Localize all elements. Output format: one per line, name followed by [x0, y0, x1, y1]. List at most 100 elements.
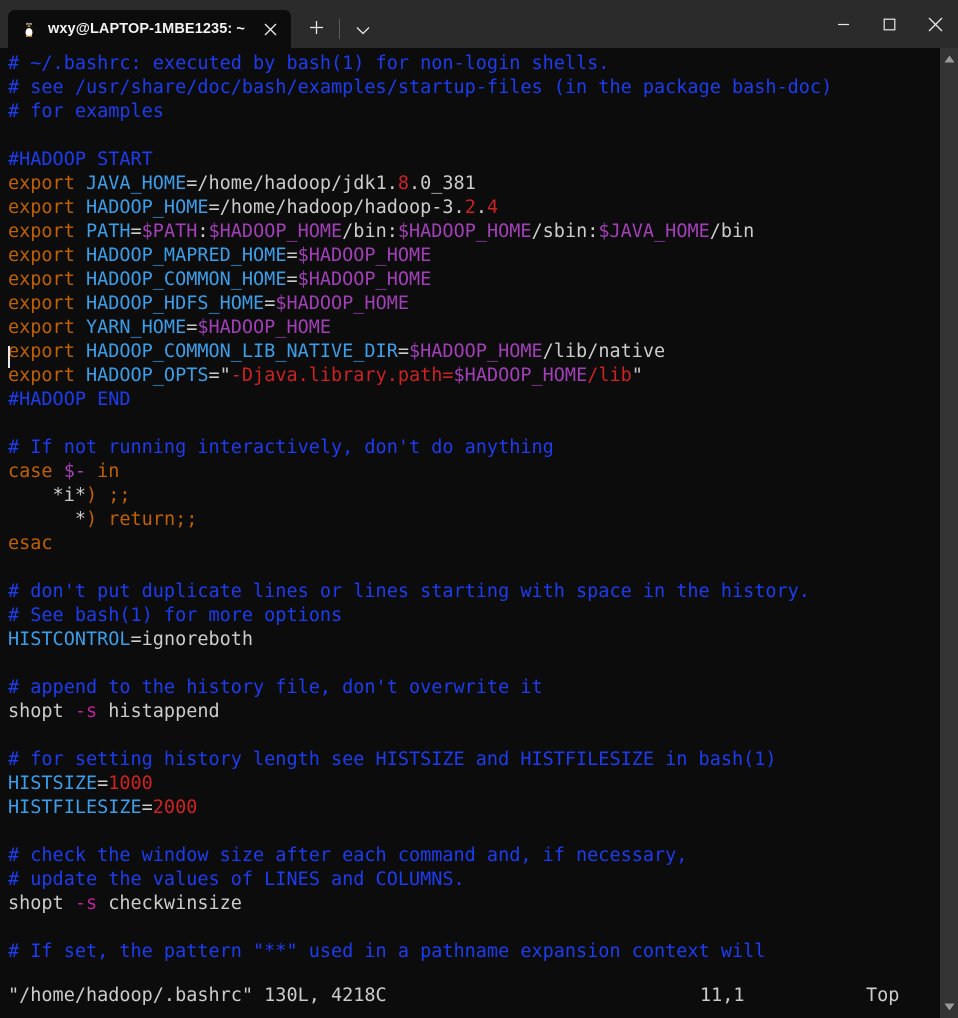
vim-status-line: "/home/hadoop/.bashrc" 130L, 4218C 11,1 … [8, 984, 940, 1008]
code-span: PATH [85, 221, 131, 242]
minimize-button[interactable] [820, 0, 866, 48]
code-span: #HADOOP END [8, 389, 131, 410]
editor-line: # If not running interactively, don't do… [8, 436, 940, 460]
code-span: # If set, the pattern "**" used in a pat… [8, 941, 766, 962]
code-span: case [8, 461, 53, 482]
tux-penguin-icon [20, 20, 38, 38]
tab-dropdown-button[interactable] [346, 10, 380, 48]
editor-line: export HADOOP_HDFS_HOME=$HADOOP_HOME [8, 292, 940, 316]
code-span: /lib/native [542, 341, 666, 362]
code-span [75, 245, 86, 266]
code-span: =ignoreboth [130, 629, 254, 650]
status-file-info: "/home/hadoop/.bashrc" 130L, 4218C [8, 985, 387, 1006]
text-cursor [8, 346, 10, 368]
code-span: /bin: [342, 221, 398, 242]
code-span: $HADOOP_HOME [297, 269, 432, 290]
code-span [75, 221, 86, 242]
maximize-icon [883, 18, 896, 31]
code-span: checkwinsize [97, 893, 242, 914]
code-span: ) [85, 509, 98, 530]
editor-line: # for examples [8, 100, 940, 124]
terminal-body[interactable]: # ~/.bashrc: executed by bash(1) for non… [0, 48, 958, 1018]
code-span: # see /usr/share/doc/bash/examples/start… [8, 77, 833, 98]
vim-text-area[interactable]: # ~/.bashrc: executed by bash(1) for non… [0, 48, 940, 1018]
scroll-up-arrow-icon[interactable] [940, 50, 958, 68]
code-span: export [8, 245, 75, 266]
plus-icon [309, 20, 324, 39]
code-span: in [97, 461, 120, 482]
code-span: ) [85, 485, 98, 506]
terminal-scrollbar[interactable] [940, 48, 958, 1018]
editor-line: HISTFILESIZE=2000 [8, 796, 940, 820]
window-titlebar: wxy@LAPTOP-1MBE1235: ~ [0, 0, 958, 48]
code-span: # for setting history length see HISTSIZ… [8, 749, 777, 770]
status-cursor-position: 11,1 [700, 985, 745, 1006]
code-span: *i* [8, 485, 86, 506]
code-span [75, 341, 86, 362]
editor-line: esac [8, 532, 940, 556]
code-span: export [8, 293, 75, 314]
code-span: = [286, 269, 298, 290]
code-span: $HADOOP_HOME [408, 341, 543, 362]
code-span: $HADOOP_HOME [275, 293, 409, 314]
code-span: = [186, 317, 198, 338]
code-span: " [219, 365, 231, 386]
code-span: " [631, 365, 643, 386]
toolbar-divider [339, 19, 340, 39]
new-tab-button[interactable] [299, 10, 333, 48]
code-span [97, 509, 108, 530]
code-span: export [8, 341, 75, 362]
code-span: $HADOOP_HOME [297, 245, 432, 266]
code-span: = [264, 293, 276, 314]
editor-line: export HADOOP_MAPRED_HOME=$HADOOP_HOME [8, 244, 940, 268]
code-span: = [397, 341, 409, 362]
code-span: export [8, 317, 75, 338]
code-span: HADOOP_HOME [85, 197, 209, 218]
editor-line: # check the window size after each comma… [8, 844, 940, 868]
editor-line: # append to the history file, don't over… [8, 676, 940, 700]
code-span: HISTFILESIZE [8, 797, 142, 818]
code-span: export [8, 197, 75, 218]
code-span: histappend [97, 701, 220, 722]
code-span [53, 461, 64, 482]
code-span: $HADOOP_HOME [453, 365, 588, 386]
code-span: HISTCONTROL [8, 629, 131, 650]
code-span: HADOOP_COMMON_LIB_NATIVE_DIR [85, 341, 398, 362]
code-span: HADOOP_MAPRED_HOME [85, 245, 287, 266]
editor-line: # update the values of LINES and COLUMNS… [8, 868, 940, 892]
editor-line: shopt -s checkwinsize [8, 892, 940, 916]
code-span: 4 [486, 197, 499, 218]
code-span: =/home/hadoop/jdk1. [186, 173, 398, 194]
code-span: # for examples [8, 101, 164, 122]
code-span: /bin [709, 221, 755, 242]
editor-line: export PATH=$PATH:$HADOOP_HOME/bin:$HADO… [8, 220, 940, 244]
code-span: 2000 [152, 797, 198, 818]
code-span: #HADOOP START [8, 149, 153, 170]
maximize-button[interactable] [866, 0, 912, 48]
code-span [97, 485, 108, 506]
code-span: ;; [175, 509, 198, 530]
code-span: # append to the history file, don't over… [8, 677, 543, 698]
code-span: = [286, 245, 298, 266]
close-icon [928, 17, 943, 32]
editor-line: export HADOOP_HOME=/home/hadoop/hadoop-3… [8, 196, 940, 220]
scroll-down-arrow-icon[interactable] [940, 998, 958, 1016]
code-span: # update the values of LINES and COLUMNS… [8, 869, 465, 890]
editor-line: HISTSIZE=1000 [8, 772, 940, 796]
terminal-tab[interactable]: wxy@LAPTOP-1MBE1235: ~ [8, 10, 291, 48]
close-window-button[interactable] [912, 0, 958, 48]
code-span: # See bash(1) for more options [8, 605, 343, 626]
editor-line: #HADOOP END [8, 388, 940, 412]
status-scroll-indicator: Top [866, 985, 900, 1006]
code-span [75, 365, 86, 386]
close-tab-icon[interactable] [255, 15, 285, 43]
code-span: $HADOOP_HOME [197, 317, 332, 338]
code-span: -s [74, 701, 98, 722]
code-span: = [130, 221, 142, 242]
code-span: esac [8, 533, 53, 554]
editor-line: # don't put duplicate lines or lines sta… [8, 580, 940, 604]
editor-line: export HADOOP_COMMON_LIB_NATIVE_DIR=$HAD… [8, 340, 940, 364]
